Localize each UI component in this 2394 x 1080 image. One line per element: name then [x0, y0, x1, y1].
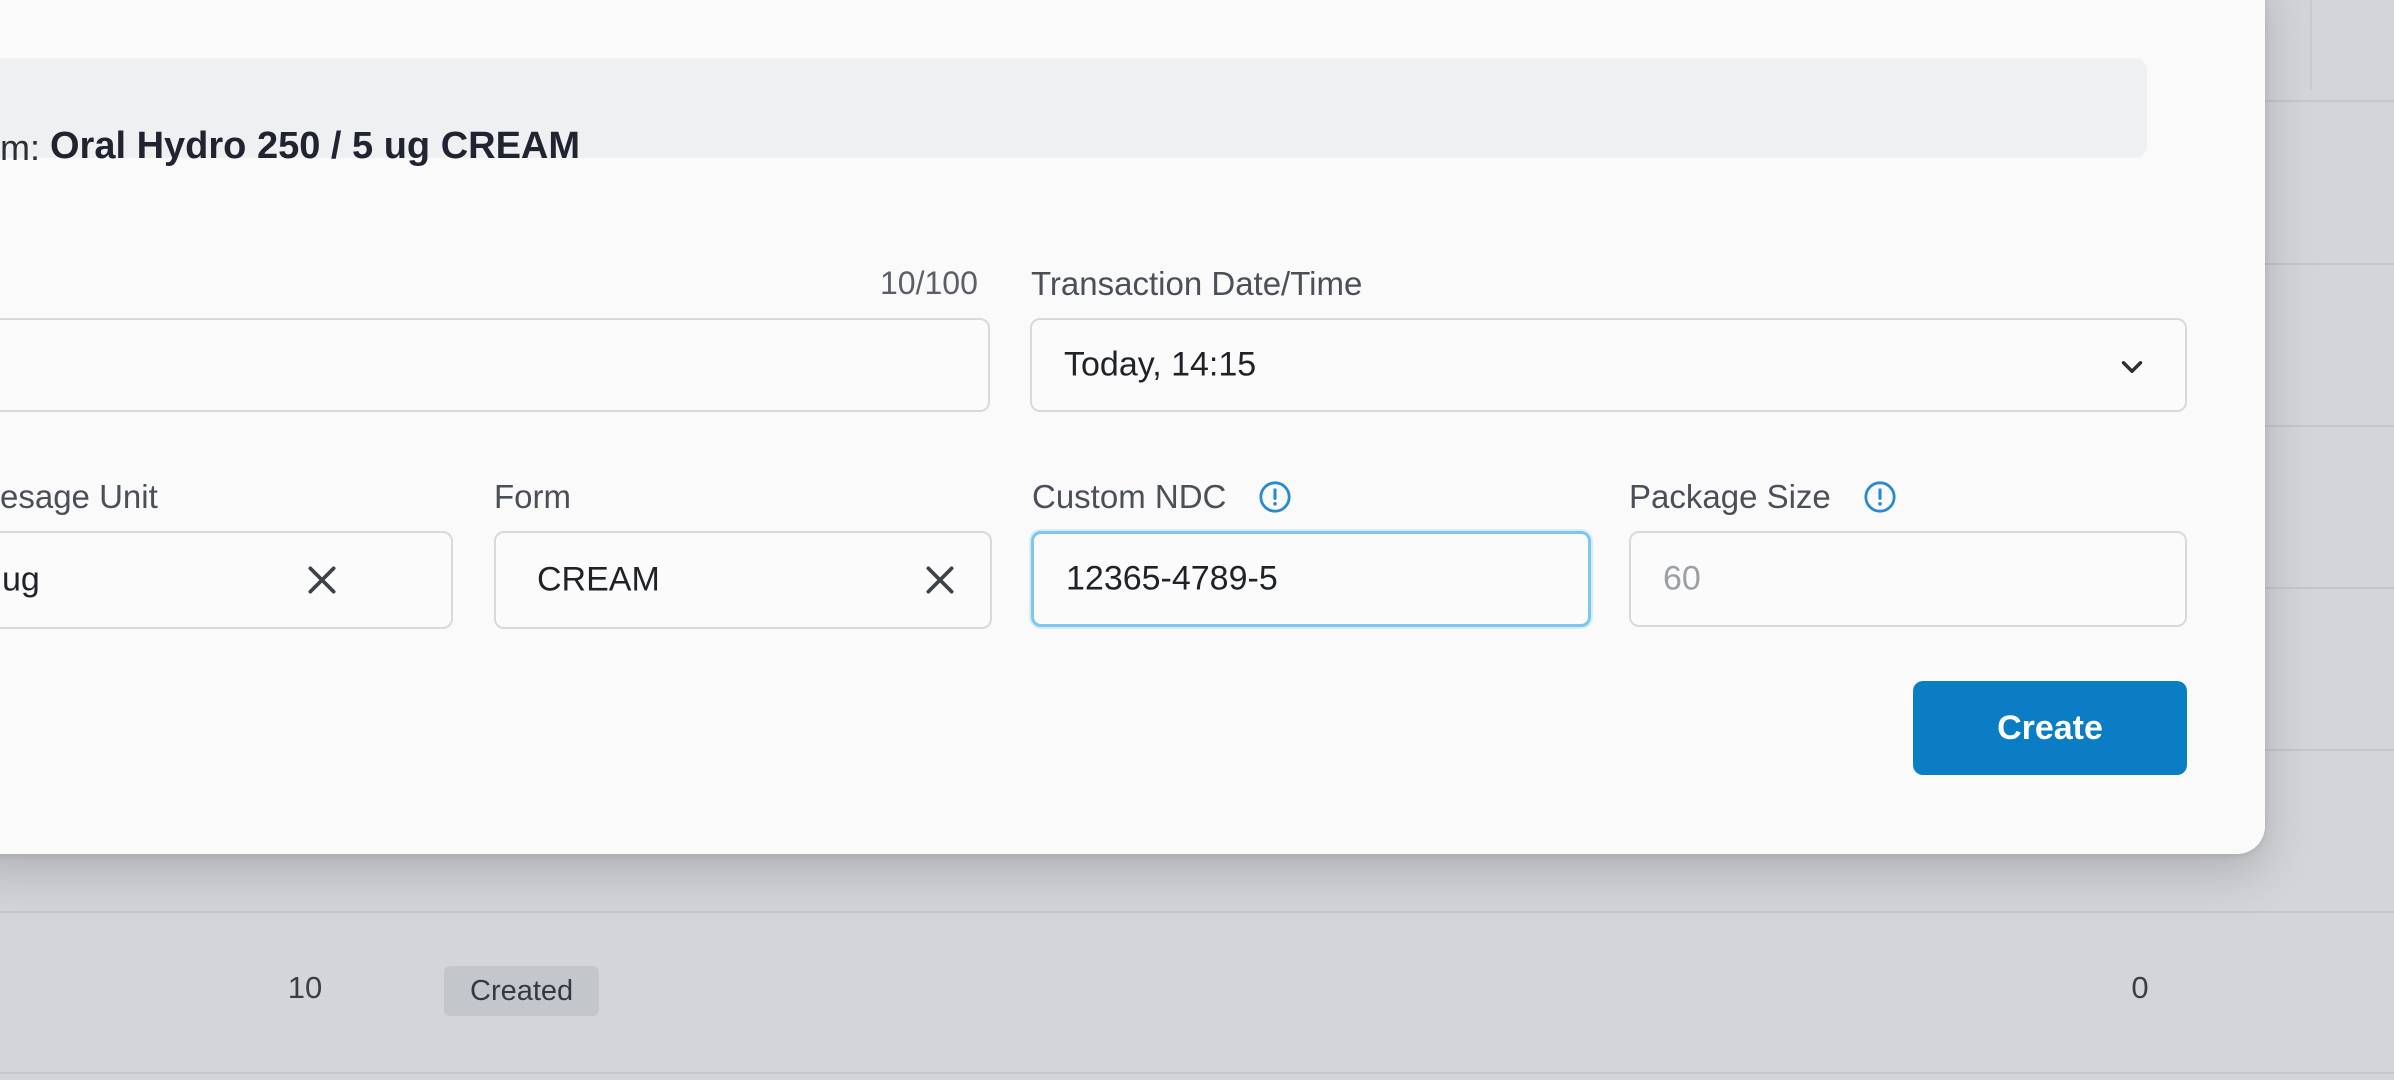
- table-divider: [0, 1072, 2394, 1074]
- form-field[interactable]: CREAM: [494, 531, 992, 629]
- transaction-date-label: Transaction Date/Time: [1031, 265, 1363, 302]
- info-icon[interactable]: [1258, 480, 1292, 514]
- package-size-label: Package Size: [1629, 478, 1831, 515]
- quantity-input[interactable]: [0, 318, 990, 412]
- item-name: Oral Hydro 250 / 5 ug CREAM: [50, 125, 581, 167]
- dosage-unit-field[interactable]: ug: [0, 531, 453, 629]
- info-icon[interactable]: [1863, 480, 1897, 514]
- item-label-prefix: m:: [0, 127, 40, 168]
- table-column-divider: [2310, 0, 2312, 90]
- table-divider: [0, 911, 2394, 913]
- table-divider: [2265, 749, 2394, 751]
- table-divider: [2265, 263, 2394, 265]
- table-divider: [2265, 100, 2394, 102]
- row-quantity: 10: [287, 970, 323, 1005]
- transaction-date-select[interactable]: Today, 14:15: [1030, 318, 2187, 412]
- form-value: CREAM: [537, 560, 660, 599]
- close-icon[interactable]: [302, 560, 342, 600]
- dosage-unit-value: ug: [2, 560, 40, 599]
- package-size-placeholder: 60: [1663, 559, 1701, 598]
- chevron-down-icon: [2121, 361, 2143, 373]
- form-label: Form: [494, 478, 571, 515]
- dosage-unit-label: esage Unit: [0, 478, 158, 515]
- row-count: 0: [2131, 970, 2149, 1005]
- close-icon[interactable]: [920, 560, 960, 600]
- package-size-input[interactable]: 60: [1629, 531, 2187, 627]
- table-divider: [2265, 425, 2394, 427]
- status-badge: Created: [444, 966, 600, 1016]
- custom-ndc-label: Custom NDC: [1032, 478, 1227, 515]
- transaction-date-value: Today, 14:15: [1064, 345, 1257, 384]
- custom-ndc-value: 12365-4789-5: [1066, 559, 1278, 598]
- quantity-character-counter: 10/100: [880, 265, 978, 301]
- custom-ndc-input[interactable]: 12365-4789-5: [1031, 531, 1591, 627]
- table-divider: [2265, 587, 2394, 589]
- create-button[interactable]: Create: [1913, 681, 2187, 775]
